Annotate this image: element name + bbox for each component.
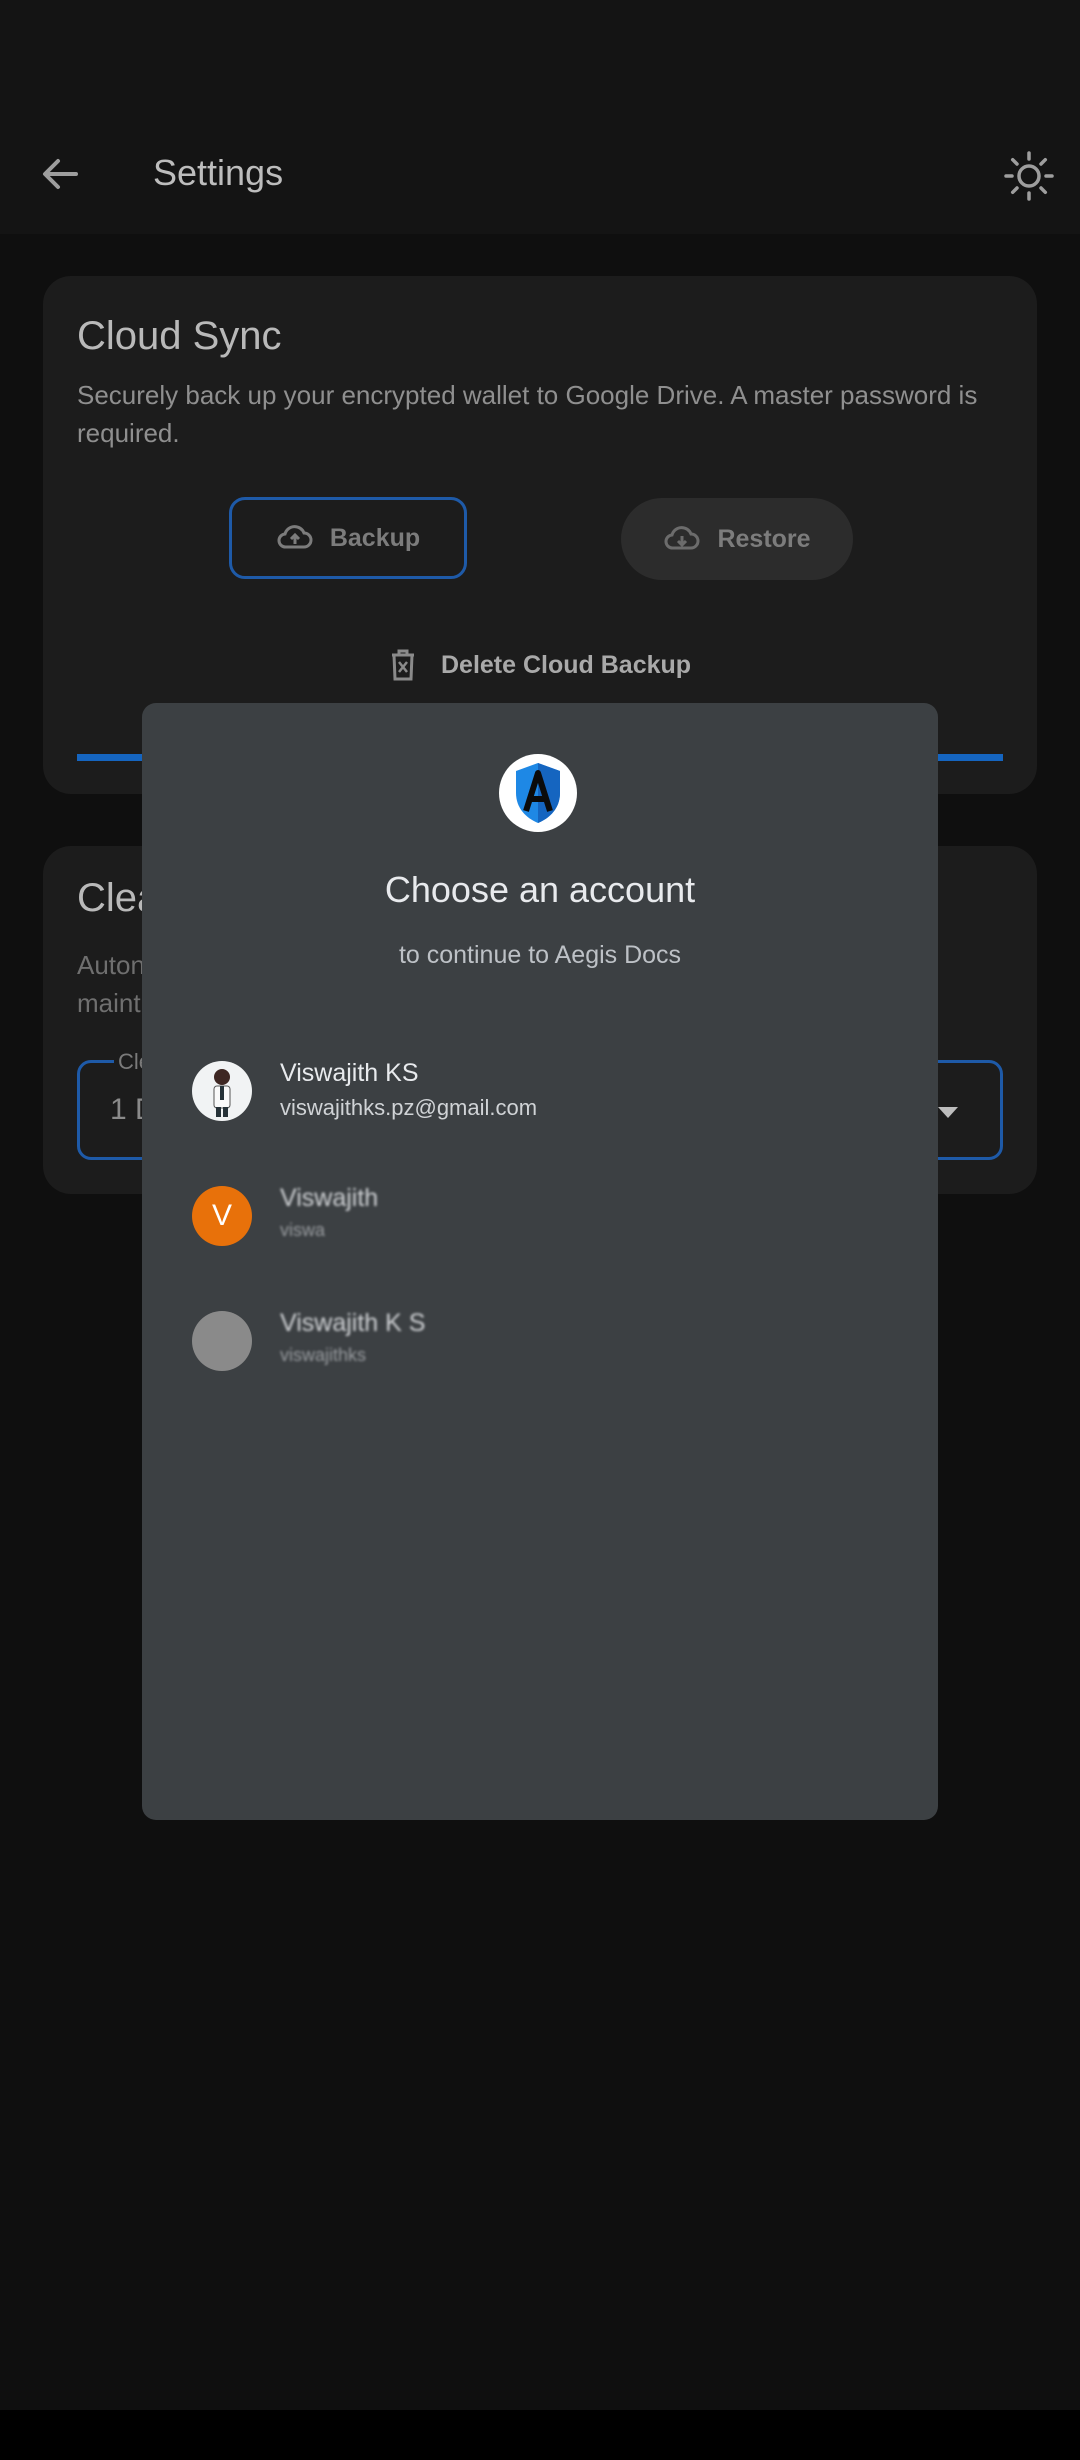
account-email: viswajithks.pz@gmail.com [280, 1095, 538, 1120]
account-item[interactable]: V Viswajith viswa [192, 1168, 892, 1268]
cloud-download-icon [664, 526, 700, 550]
backup-button[interactable]: Backup [229, 497, 467, 579]
app-bar: Settings [0, 0, 1080, 234]
clear-card-description: Auton maint [77, 946, 145, 1022]
cloud-sync-description: Securely back up your encrypted wallet t… [77, 380, 978, 448]
aegis-shield-logo [499, 754, 577, 832]
dialog-title: Choose an account [384, 869, 696, 910]
cloud-sync-title: Cloud Sync [77, 314, 282, 358]
restore-button[interactable]: Restore [621, 498, 853, 580]
delete-cloud-backup-button[interactable]: Delete Cloud Backup [389, 648, 691, 682]
dialog-subtitle: to continue to Aegis Docs [398, 941, 682, 969]
choose-account-dialog: Choose an account to continue to Aegis D… [142, 703, 938, 1820]
clear-desc-line1: Auton [77, 950, 145, 980]
account-email: viswa [280, 1220, 326, 1240]
account-item[interactable]: Viswajith KS viswajithks.pz@gmail.com [192, 1043, 892, 1143]
cloud-upload-icon [277, 525, 313, 549]
arrow-back-icon[interactable] [36, 150, 84, 198]
avatar [192, 1061, 252, 1121]
account-email: viswajithks [280, 1345, 367, 1365]
page-title: Settings [153, 152, 284, 193]
restore-label: Restore [717, 524, 811, 553]
dropdown-arrow-icon [938, 1107, 958, 1118]
system-nav-bar [0, 2410, 1080, 2460]
delete-icon [392, 649, 414, 681]
account-name: Viswajith K S [280, 1309, 426, 1337]
backup-label: Backup [329, 523, 421, 552]
delete-label: Delete Cloud Backup [441, 650, 692, 679]
avatar [192, 1311, 252, 1371]
person-avatar-icon [213, 1069, 231, 1117]
account-item[interactable]: Viswajith K S viswajithks [192, 1293, 892, 1393]
brightness-icon[interactable] [1003, 150, 1055, 202]
avatar: V [192, 1186, 252, 1246]
account-name: Viswajith [280, 1184, 379, 1212]
clear-desc-line2: maint [77, 988, 141, 1018]
account-name: Viswajith KS [280, 1059, 419, 1087]
